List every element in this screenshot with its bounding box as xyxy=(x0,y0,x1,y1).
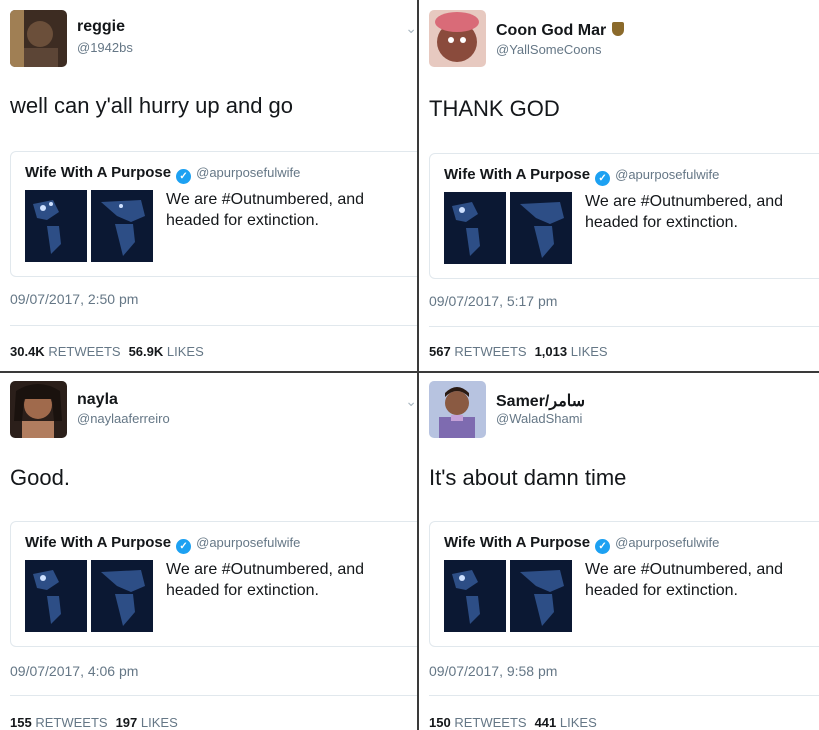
tweet-timestamp[interactable]: 09/07/2017, 5:17 pm xyxy=(429,293,557,309)
avatar[interactable] xyxy=(10,381,67,438)
retweets-label[interactable]: RETWEETS xyxy=(454,715,526,730)
avatar[interactable] xyxy=(429,381,486,438)
retweet-count[interactable]: 150 xyxy=(429,715,451,730)
user-name[interactable]: Samer/سامر xyxy=(496,391,585,411)
quoted-image[interactable] xyxy=(510,560,572,632)
retweets-label[interactable]: RETWEETS xyxy=(454,344,526,359)
quoted-tweet[interactable]: Wife With A Purpose ✓ @apurposefulwife We … xyxy=(429,153,819,279)
verified-check-icon: ✓ xyxy=(595,539,611,554)
quoted-image[interactable] xyxy=(510,192,572,264)
quoted-user-name: Wife With A Purpose xyxy=(25,164,172,181)
quoted-text: We are #Outnumbered, and headed for exti… xyxy=(166,191,365,229)
retweet-count[interactable]: 567 xyxy=(429,344,451,359)
tweet-stats: 30.4K RETWEETS 56.9K LIKES xyxy=(10,344,204,359)
shield-emoji-icon xyxy=(612,22,625,36)
retweet-count[interactable]: 155 xyxy=(10,715,32,730)
tweet-stats: 150 RETWEETS 441 LIKES xyxy=(429,715,597,730)
quoted-user-line: Wife With A Purpose ✓ @apurposefulwife xyxy=(444,166,719,186)
quoted-tweet[interactable]: Wife With A Purpose ✓ @apurposefulwife We … xyxy=(10,521,417,647)
divider xyxy=(10,695,417,696)
avatar[interactable] xyxy=(429,10,486,67)
verified-check-icon: ✓ xyxy=(595,171,611,186)
quoted-user-handle: @apurposefulwife xyxy=(615,167,720,182)
quoted-user-handle: @apurposefulwife xyxy=(196,535,301,550)
likes-label[interactable]: LIKES xyxy=(167,344,204,359)
quoted-image[interactable] xyxy=(444,192,506,264)
tweet-text: It's about damn time xyxy=(429,465,627,490)
quoted-image[interactable] xyxy=(444,560,506,632)
chevron-down-icon[interactable]: ⌄ xyxy=(405,393,417,410)
quoted-user-line: Wife With A Purpose ✓ @apurposefulwife xyxy=(25,534,300,554)
quoted-user-name: Wife With A Purpose xyxy=(444,166,591,183)
quoted-image[interactable] xyxy=(91,190,153,262)
quoted-text: We are #Outnumbered, and headed for exti… xyxy=(585,561,784,599)
quoted-user-handle: @apurposefulwife xyxy=(615,535,720,550)
user-name[interactable]: nayla xyxy=(77,391,118,409)
user-handle[interactable]: @YallSomeCoons xyxy=(496,42,601,57)
likes-label[interactable]: LIKES xyxy=(141,715,178,730)
avatar[interactable] xyxy=(10,10,67,67)
retweets-label[interactable]: RETWEETS xyxy=(35,715,107,730)
quoted-tweet[interactable]: Wife With A Purpose ✓ @apurposefulwife We … xyxy=(429,521,819,647)
verified-check-icon: ✓ xyxy=(176,169,192,184)
user-name-text[interactable]: Coon God Mar xyxy=(496,22,606,39)
likes-label[interactable]: LIKES xyxy=(571,344,608,359)
divider xyxy=(429,695,819,696)
tweet-card: reggie @1942bs ⌄ well can y'all hurry up… xyxy=(0,0,417,371)
quoted-image[interactable] xyxy=(91,560,153,632)
quoted-user-line: Wife With A Purpose ✓ @apurposefulwife xyxy=(444,534,719,554)
chevron-down-icon[interactable]: ⌄ xyxy=(405,20,417,37)
like-count[interactable]: 1,013 xyxy=(535,344,568,359)
like-count[interactable]: 197 xyxy=(116,715,138,730)
tweet-stats: 567 RETWEETS 1,013 LIKES xyxy=(429,344,608,359)
user-name[interactable]: reggie xyxy=(77,18,125,36)
quoted-user-line: Wife With A Purpose ✓ @apurposefulwife xyxy=(25,164,300,184)
quoted-image[interactable] xyxy=(25,190,87,262)
like-count[interactable]: 56.9K xyxy=(129,344,164,359)
quoted-text: We are #Outnumbered, and headed for exti… xyxy=(585,193,784,231)
tweet-stats: 155 RETWEETS 197 LIKES xyxy=(10,715,178,730)
divider xyxy=(10,325,417,326)
quoted-image[interactable] xyxy=(25,560,87,632)
tweet-text: Good. xyxy=(10,465,70,490)
user-handle[interactable]: @WaladShami xyxy=(496,411,582,426)
retweets-label[interactable]: RETWEETS xyxy=(48,344,120,359)
user-handle[interactable]: @1942bs xyxy=(77,40,133,55)
tweet-timestamp[interactable]: 09/07/2017, 2:50 pm xyxy=(10,291,138,307)
quoted-text: We are #Outnumbered, and headed for exti… xyxy=(166,561,365,599)
quoted-user-handle: @apurposefulwife xyxy=(196,165,301,180)
quoted-tweet[interactable]: Wife With A Purpose ✓ @apurposefulwife We … xyxy=(10,151,417,277)
verified-check-icon: ✓ xyxy=(176,539,192,554)
tweet-card: nayla @naylaaferreiro ⌄ Good. Wife With … xyxy=(0,373,417,730)
user-handle[interactable]: @naylaaferreiro xyxy=(77,411,170,426)
like-count[interactable]: 441 xyxy=(535,715,557,730)
tweet-card: Samer/سامر @WaladShami It's about damn t… xyxy=(419,373,819,730)
divider xyxy=(429,326,819,327)
tweet-timestamp[interactable]: 09/07/2017, 9:58 pm xyxy=(429,663,557,679)
tweet-text: THANK GOD xyxy=(429,96,560,121)
quoted-user-name: Wife With A Purpose xyxy=(444,534,591,551)
quoted-user-name: Wife With A Purpose xyxy=(25,534,172,551)
retweet-count[interactable]: 30.4K xyxy=(10,344,45,359)
tweet-timestamp[interactable]: 09/07/2017, 4:06 pm xyxy=(10,663,138,679)
tweet-text: well can y'all hurry up and go xyxy=(10,93,294,118)
user-name[interactable]: Coon God Mar xyxy=(496,22,625,40)
likes-label[interactable]: LIKES xyxy=(560,715,597,730)
tweet-card: Coon God Mar @YallSomeCoons THANK GOD Wi… xyxy=(419,0,819,371)
